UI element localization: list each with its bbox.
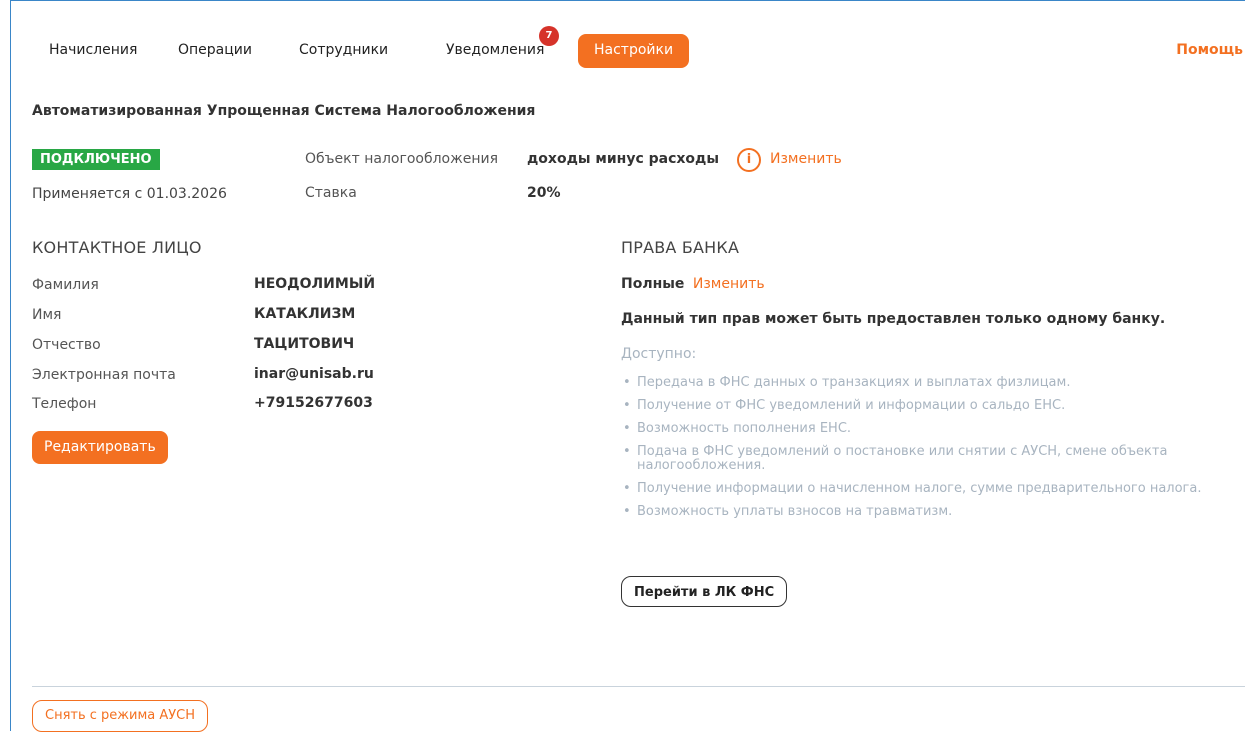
list-item: Подача в ФНС уведомлений о постановке ил… — [621, 445, 1231, 473]
available-features-list: Передача в ФНС данных о транзакциях и вы… — [621, 376, 1231, 528]
rights-level-row: Полные Изменить — [621, 276, 765, 292]
contact-label-email: Электронная почта — [32, 367, 176, 383]
notifications-count-badge: 7 — [539, 26, 559, 46]
list-item: Возможность уплаты взносов на травматизм… — [621, 505, 1231, 520]
edit-contact-button[interactable]: Редактировать — [32, 431, 168, 464]
nav-item-operations[interactable]: Операции — [178, 42, 252, 58]
rights-note: Данный тип прав может быть предоставлен … — [621, 311, 1166, 327]
page-frame: Начисления Операции Сотрудники Уведомлен… — [10, 0, 1245, 732]
tax-rate-label: Ставка — [305, 185, 357, 201]
top-nav: Начисления Операции Сотрудники Уведомлен… — [11, 26, 1245, 68]
rights-level-value: Полные — [621, 276, 685, 292]
change-tax-object-link[interactable]: Изменить — [770, 151, 842, 167]
contact-label-patronymic: Отчество — [32, 337, 101, 353]
help-link[interactable]: Помощь — [1176, 42, 1243, 58]
info-icon[interactable]: i — [737, 148, 761, 172]
contact-value-name: КАТАКЛИЗМ — [254, 306, 356, 322]
list-item: Передача в ФНС данных о транзакциях и вы… — [621, 376, 1231, 391]
contact-label-name: Имя — [32, 307, 62, 323]
contact-label-phone: Телефон — [32, 396, 97, 412]
nav-item-notifications[interactable]: Уведомления — [446, 42, 544, 58]
nav-item-accruals[interactable]: Начисления — [49, 42, 137, 58]
contact-value-phone: +79152677603 — [254, 395, 373, 411]
contact-heading: КОНТАКТНОЕ ЛИЦО — [32, 238, 202, 257]
nav-item-employees[interactable]: Сотрудники — [299, 42, 388, 58]
remove-ausn-button[interactable]: Снять с режима АУСН — [32, 700, 209, 732]
tax-object-value: доходы минус расходы — [527, 151, 720, 167]
available-label: Доступно: — [621, 346, 697, 362]
contact-value-surname: НЕОДОЛИМЫЙ — [254, 276, 376, 292]
list-item: Возможность пополнения ЕНС. — [621, 422, 1231, 437]
list-item: Получение от ФНС уведомлений и информаци… — [621, 399, 1231, 414]
change-rights-link[interactable]: Изменить — [693, 276, 765, 292]
tax-object-label: Объект налогообложения — [305, 151, 498, 167]
applied-since-text: Применяется с 01.03.2026 — [32, 186, 227, 202]
nav-item-settings[interactable]: Настройки — [578, 34, 690, 68]
list-item: Получение информации о начисленном налог… — [621, 482, 1231, 497]
contact-label-surname: Фамилия — [32, 277, 99, 293]
contact-value-email: inar@unisab.ru — [254, 366, 374, 382]
divider — [32, 686, 1245, 687]
status-badge: ПОДКЛЮЧЕНО — [32, 149, 160, 170]
page-title: Автоматизированная Упрощенная Система На… — [32, 103, 536, 119]
contact-value-patronymic: ТАЦИТОВИЧ — [254, 336, 355, 352]
bank-rights-heading: ПРАВА БАНКА — [621, 238, 740, 257]
tax-rate-value: 20% — [527, 185, 561, 201]
go-to-fns-cabinet-button[interactable]: Перейти в ЛК ФНС — [621, 576, 788, 607]
